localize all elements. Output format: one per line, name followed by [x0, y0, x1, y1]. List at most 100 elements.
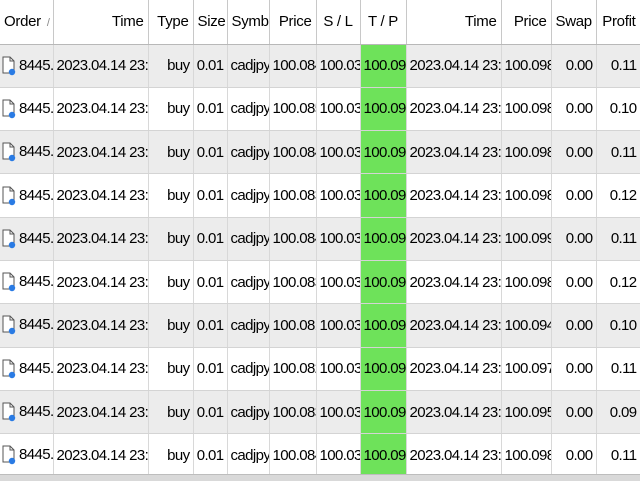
document-icon [2, 359, 16, 379]
cell-close-price: 100.094 [501, 303, 552, 348]
cell-close-time: 2023.04.14 23:47:08 [406, 130, 502, 175]
cell-close-time: 2023.04.14 23:47:08 [406, 44, 502, 88]
cell-sl: 100.038 [316, 44, 361, 88]
column-header-sl[interactable]: S / L [316, 0, 361, 45]
table-row[interactable]: 8445...2023.04.14 23:37:09buy0.01cadjpy1… [0, 303, 640, 348]
cell-order: 8445... [0, 217, 54, 261]
trade-history-grid[interactable]: Order / Time Type Size Symbol Price S / L… [0, 0, 640, 480]
column-header-price[interactable]: Price [269, 0, 317, 45]
cell-size: 0.01 [193, 390, 228, 435]
table-row[interactable]: 8445...2023.04.14 23:36:21buy0.01cadjpy1… [0, 44, 640, 88]
table-row[interactable]: 8445...2023.04.14 23:36:25buy0.01cadjpy1… [0, 87, 640, 132]
column-header-close-price[interactable]: Price [501, 0, 552, 45]
cell-swap: 0.00 [551, 130, 597, 175]
cell-close-time: 2023.04.14 23:45:34 [406, 347, 502, 391]
document-icon [2, 229, 16, 249]
column-header-tp[interactable]: T / P [360, 0, 407, 45]
cell-price: 100.081 [269, 303, 317, 348]
column-header-order[interactable]: Order / [0, 0, 54, 45]
cell-close-price: 100.098 [501, 433, 552, 478]
cell-tp: 100.098 [360, 87, 407, 132]
cell-type: buy [148, 44, 194, 88]
cell-order: 8445... [0, 130, 54, 175]
order-number: 8445... [19, 229, 53, 247]
cell-price: 100.083 [269, 173, 317, 218]
document-icon [2, 315, 16, 335]
cell-close-price: 100.099 [501, 217, 552, 261]
cell-order: 8445... [0, 260, 54, 305]
cell-price: 100.083 [269, 260, 317, 305]
cell-size: 0.01 [193, 303, 228, 348]
cell-type: buy [148, 87, 194, 132]
cell-order: 8445... [0, 433, 54, 478]
cell-size: 0.01 [193, 87, 228, 132]
cell-symbol: cadjpy [227, 173, 270, 218]
table-row[interactable]: 8445...2023.04.14 23:37:03buy0.01cadjpy1… [0, 260, 640, 305]
cell-tp: 100.098 [360, 44, 407, 88]
cell-order: 8445... [0, 44, 54, 88]
column-header-time[interactable]: Time [53, 0, 149, 45]
cell-sl: 100.038 [316, 173, 361, 218]
cell-close-price: 100.095 [501, 390, 552, 435]
cell-close-price: 100.098 [501, 87, 552, 132]
cell-time: 2023.04.14 23:36:25 [53, 87, 149, 132]
cell-close-price: 100.098 [501, 44, 552, 88]
cell-time: 2023.04.14 23:37:15 [53, 390, 149, 435]
cell-time: 2023.04.14 23:37:10 [53, 347, 149, 391]
table-header-row: Order / Time Type Size Symbol Price S / L… [0, 0, 640, 45]
order-number: 8445... [19, 186, 53, 204]
cell-close-time: 2023.04.14 23:47:08 [406, 433, 502, 478]
order-number: 8445... [19, 446, 53, 464]
cell-tp: 100.098 [360, 130, 407, 175]
order-number: 8445... [19, 402, 53, 420]
column-header-swap[interactable]: Swap [551, 0, 597, 45]
order-number: 8445... [19, 99, 53, 117]
cell-price: 100.083 [269, 390, 317, 435]
cell-close-time: 2023.04.14 23:47:08 [406, 173, 502, 218]
cell-price: 100.082 [269, 347, 317, 391]
table-row[interactable]: 8445...2023.04.14 23:36:47buy0.01cadjpy1… [0, 173, 640, 218]
document-icon [2, 402, 16, 422]
column-header-order-label: Order [4, 13, 41, 31]
cell-tp: 100.099 [360, 217, 407, 261]
cell-profit: 0.11 [596, 217, 640, 261]
order-number: 8445... [19, 359, 53, 377]
cell-type: buy [148, 433, 194, 478]
cell-close-price: 100.098 [501, 260, 552, 305]
cell-profit: 0.10 [596, 303, 640, 348]
cell-sl: 100.035 [316, 390, 361, 435]
cell-sl: 100.038 [316, 87, 361, 132]
cell-price: 100.084 [269, 217, 317, 261]
column-header-symbol[interactable]: Symbol [227, 0, 270, 45]
cell-sl: 100.038 [316, 260, 361, 305]
table-row[interactable]: 8445...2023.04.14 23:37:17buy0.01cadjpy1… [0, 433, 640, 478]
table-row[interactable]: 8445...2023.04.14 23:36:34buy0.01cadjpy1… [0, 130, 640, 175]
document-icon [2, 186, 16, 206]
cell-price: 100.084 [269, 130, 317, 175]
cell-swap: 0.00 [551, 173, 597, 218]
document-icon [2, 142, 16, 162]
table-row[interactable]: 8445...2023.04.14 23:37:10buy0.01cadjpy1… [0, 347, 640, 391]
document-icon [2, 56, 16, 76]
cell-close-time: 2023.04.14 23:47:08 [406, 87, 502, 132]
cell-type: buy [148, 390, 194, 435]
cell-time: 2023.04.14 23:36:34 [53, 130, 149, 175]
column-header-type[interactable]: Type [148, 0, 194, 45]
cell-size: 0.01 [193, 130, 228, 175]
cell-sl: 100.037 [316, 347, 361, 391]
table-row[interactable]: 8445...2023.04.14 23:37:15buy0.01cadjpy1… [0, 390, 640, 435]
cell-swap: 0.00 [551, 217, 597, 261]
cell-sl: 100.039 [316, 217, 361, 261]
cell-profit: 0.11 [596, 433, 640, 478]
column-header-profit[interactable]: Profit [596, 0, 640, 45]
table-row[interactable]: 8445...2023.04.14 23:36:59buy0.01cadjpy1… [0, 217, 640, 261]
column-header-size[interactable]: Size [193, 0, 228, 45]
cell-symbol: cadjpy [227, 390, 270, 435]
cell-symbol: cadjpy [227, 303, 270, 348]
order-number: 8445... [19, 316, 53, 334]
cell-time: 2023.04.14 23:37:03 [53, 260, 149, 305]
column-header-close-time[interactable]: Time [406, 0, 502, 45]
cell-swap: 0.00 [551, 260, 597, 305]
cell-type: buy [148, 347, 194, 391]
cell-tp: 100.098 [360, 260, 407, 305]
